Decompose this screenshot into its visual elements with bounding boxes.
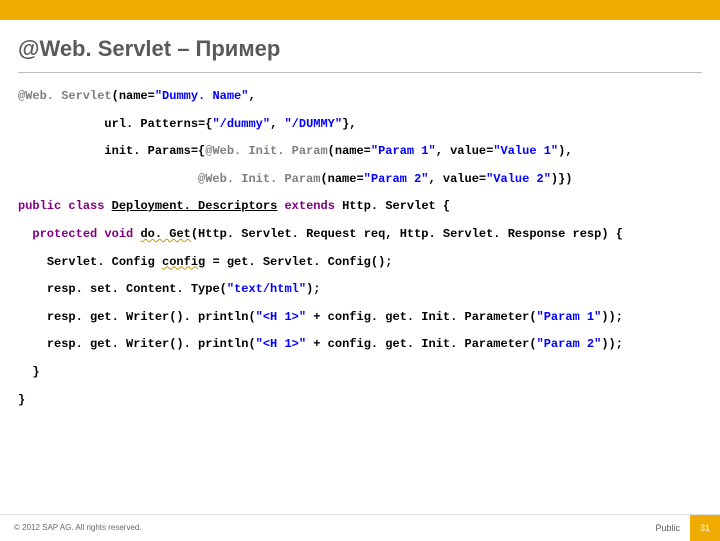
slide-title: @Web. Servlet – Пример	[0, 20, 720, 72]
page-number: 31	[690, 515, 720, 541]
method-name: do. Get	[140, 227, 190, 241]
annotation: @Web. Servlet	[18, 89, 112, 103]
code-block: @Web. Servlet(name="Dummy. Name", url. P…	[0, 83, 720, 418]
class-name: Deployment. Descriptors	[112, 199, 278, 213]
classification-label: Public	[655, 523, 680, 533]
brand-band	[0, 0, 720, 20]
title-divider	[18, 72, 702, 73]
copyright-text: © 2012 SAP AG. All rights reserved.	[14, 523, 655, 532]
slide-footer: © 2012 SAP AG. All rights reserved. Publ…	[0, 514, 720, 540]
